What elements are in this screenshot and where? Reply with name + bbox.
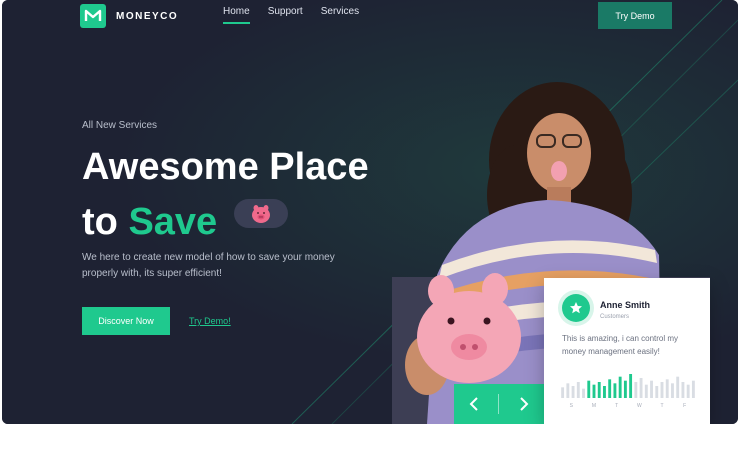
mini-chart-bar [582,388,585,398]
piggy-bank-icon [252,204,270,223]
headline-line-1: Awesome Place [82,146,369,188]
mini-chart-bar [650,380,653,398]
nav-home[interactable]: Home [223,6,250,24]
mini-chart-bar [576,382,580,398]
mini-chart-bar [634,382,638,398]
hero-description: We here to create new model of how to sa… [82,252,335,279]
mini-chart-bar [613,383,617,398]
hero-headline: Awesome Place to Save [82,140,369,250]
testimonial-avatar [562,294,590,322]
mini-chart-bar [660,382,664,398]
mini-chart-bar [629,374,633,398]
moneyco-logo-icon [80,4,106,28]
mini-chart-label: W [637,403,642,408]
piggy-bank-badge [234,199,288,228]
mini-chart-bar [608,379,612,398]
mini-chart-bar [618,376,622,398]
mini-chart-bar [561,387,565,398]
mini-chart-bar [686,384,690,398]
mini-chart-bar [639,378,643,398]
mini-chart-bar [566,383,570,398]
testimonial-card: Anne Smith Customers This is amazing, i … [544,278,710,424]
brand-name: MONEYCO [116,10,179,22]
mini-chart-label: T [615,403,618,408]
mini-chart-bar [676,376,680,398]
mini-chart-bar [691,380,695,398]
mini-chart-bar [681,382,685,398]
chevron-left-icon [469,397,478,411]
nav-support[interactable]: Support [268,6,303,17]
headline-line-2: to Save [82,195,369,250]
testimonial-quote: This is amazing, i can control my money … [562,334,679,356]
headline-prefix: to [82,201,118,243]
testimonial-role: Customers [600,314,630,320]
try-demo-link[interactable]: Try Demo! [189,316,231,326]
mini-chart-label: T [660,403,663,408]
mini-chart-label: S [570,403,574,408]
mini-chart-bar [597,382,601,398]
previous-slide-button[interactable] [459,389,489,419]
try-demo-button[interactable]: Try Demo [598,2,672,29]
slider-divider [498,394,500,414]
mini-chart-bar [571,386,575,398]
mini-chart-bar [671,383,674,398]
main-nav: Home Support Services [223,6,359,24]
testimonial-name: Anne Smith [600,300,651,310]
slider-controls [454,384,544,424]
mini-chart-bar [603,386,606,398]
testimonial-mini-chart: SMTWTF [561,374,695,408]
hero-eyebrow: All New Services [82,120,158,131]
brand-logo[interactable]: MONEYCO [80,4,178,28]
page-bottom-area [0,424,740,452]
discover-now-button[interactable]: Discover Now [82,307,170,335]
mini-chart-label: M [592,403,596,408]
mini-chart-bar [665,379,669,398]
headline-accent: Save [128,201,218,243]
nav-services[interactable]: Services [321,6,359,17]
mini-chart-bar [592,384,596,398]
chevron-right-icon [520,397,529,411]
next-slide-button[interactable] [509,389,539,419]
mini-chart-bar [623,380,627,398]
mini-chart-bar [655,386,659,398]
mini-chart-label: F [683,403,686,408]
mini-chart-bar [644,384,648,398]
hero-section: MONEYCO Home Support Services Try Demo A… [2,0,738,424]
star-icon [570,302,582,314]
mini-chart-bar [587,380,591,398]
